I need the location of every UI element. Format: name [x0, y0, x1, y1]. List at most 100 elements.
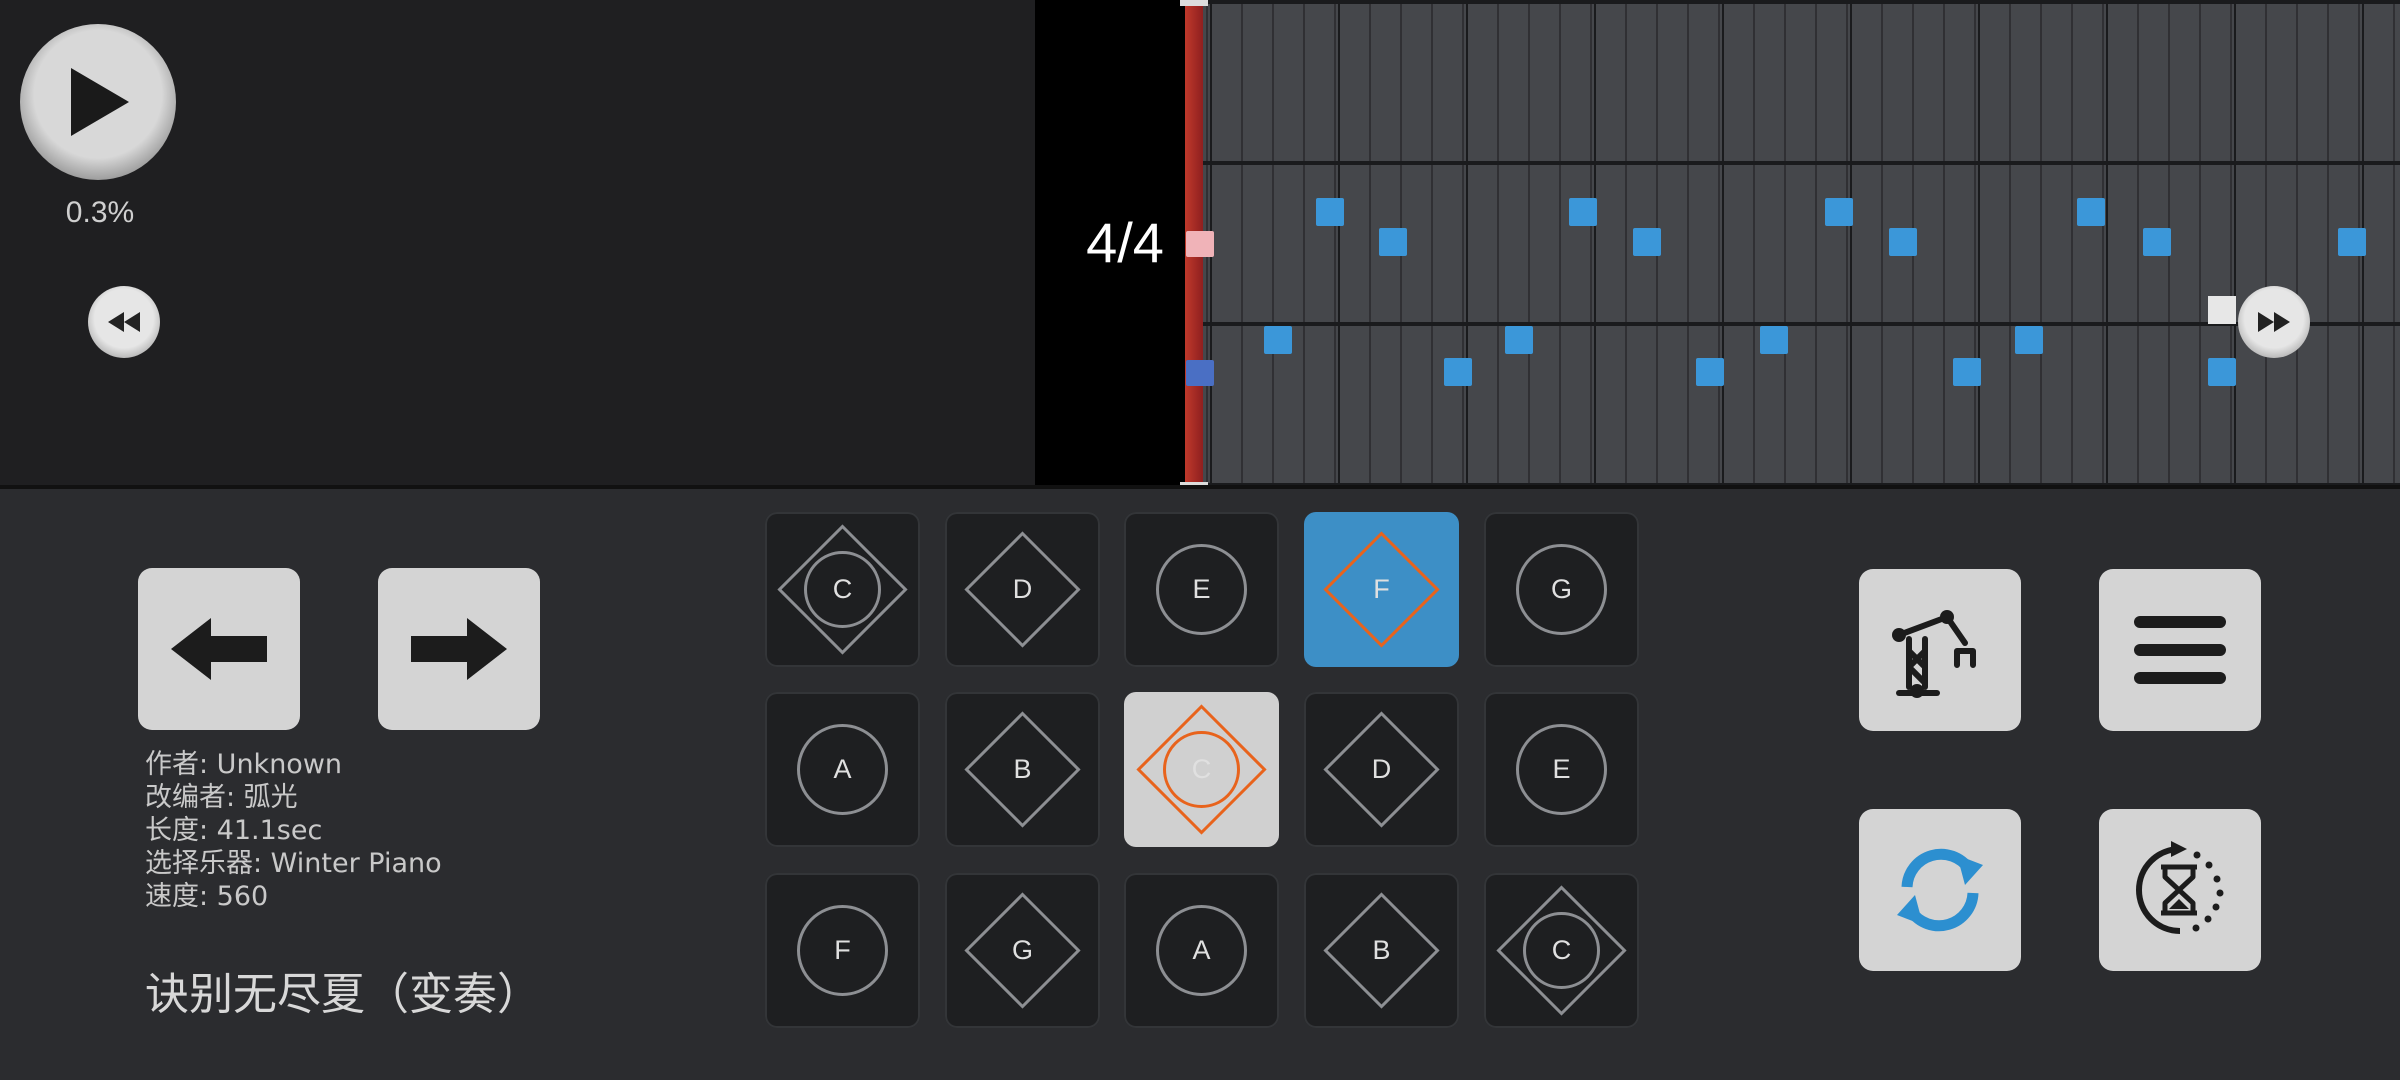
grid-cell[interactable]: [2364, 4, 2400, 161]
key-c-button[interactable]: C: [1124, 692, 1279, 847]
key-label: A: [833, 754, 852, 784]
note-block[interactable]: [2015, 326, 2043, 354]
grid-cell[interactable]: [1212, 165, 1338, 322]
rewind-button[interactable]: [88, 286, 160, 358]
grid-cell[interactable]: [1724, 165, 1850, 322]
grid-cell[interactable]: [1596, 326, 1722, 483]
note-block[interactable]: [1760, 326, 1788, 354]
speed-text: 速度: 560: [145, 881, 269, 912]
key-label: D: [1012, 574, 1033, 604]
arrow-right-icon: [411, 618, 507, 680]
rewind-icon: [108, 312, 140, 332]
play-icon: [71, 68, 129, 136]
progress-percentage: 0.3%: [65, 196, 135, 229]
menu-button[interactable]: [2099, 569, 2261, 731]
key-f-button[interactable]: F: [1304, 512, 1459, 667]
timer-button[interactable]: [2099, 809, 2261, 971]
note-block[interactable]: [1316, 198, 1344, 226]
grid-cell[interactable]: [2108, 326, 2234, 483]
grid-cell[interactable]: [1724, 4, 1850, 161]
key-label: C: [1191, 754, 1212, 784]
grid-cell[interactable]: [1980, 326, 2106, 483]
robot-arm-icon: [1892, 610, 1976, 698]
key-d-button[interactable]: D: [1304, 692, 1459, 847]
key-label: E: [1192, 574, 1211, 604]
sync-icon: [1897, 848, 1983, 932]
note-block[interactable]: [1953, 358, 1981, 386]
key-g-button[interactable]: G: [945, 873, 1100, 1028]
grid-cell[interactable]: [2108, 4, 2234, 161]
length-text: 长度: 41.1sec: [145, 815, 323, 846]
key-label: G: [1550, 574, 1572, 604]
fast-forward-icon: [2258, 312, 2290, 332]
sync-button[interactable]: [1859, 809, 2021, 971]
grid-cell[interactable]: [1852, 326, 1978, 483]
key-label: B: [1372, 935, 1391, 965]
note-block[interactable]: [1696, 358, 1724, 386]
note-block[interactable]: [1505, 326, 1533, 354]
note-block[interactable]: [1889, 228, 1917, 256]
note-grid[interactable]: [1185, 0, 2400, 485]
grid-cell[interactable]: [1468, 165, 1594, 322]
grid-cell[interactable]: [1340, 326, 1466, 483]
previous-button[interactable]: [138, 568, 300, 730]
grid-cell[interactable]: [1980, 4, 2106, 161]
note-block[interactable]: [1825, 198, 1853, 226]
next-button[interactable]: [378, 568, 540, 730]
note-block[interactable]: [2338, 228, 2366, 256]
grid-cell[interactable]: [1468, 4, 1594, 161]
grid-cursor: [2208, 296, 2236, 324]
fast-forward-button[interactable]: [2238, 286, 2310, 358]
grid-cell[interactable]: [1596, 4, 1722, 161]
key-e-button[interactable]: E: [1484, 692, 1639, 847]
key-label: C: [832, 574, 853, 604]
note-block[interactable]: [2077, 198, 2105, 226]
key-b-button[interactable]: B: [945, 692, 1100, 847]
key-a-button[interactable]: A: [765, 692, 920, 847]
key-a-button[interactable]: A: [1124, 873, 1279, 1028]
grid-cell[interactable]: [1340, 4, 1466, 161]
grid-cell[interactable]: [2364, 165, 2400, 322]
play-button[interactable]: [20, 24, 176, 180]
playhead-note: [1186, 360, 1214, 386]
key-label: G: [1011, 935, 1033, 965]
key-e-button[interactable]: E: [1124, 512, 1279, 667]
hourglass-timer-icon: [2136, 841, 2224, 934]
author-text: 作者: Unknown: [145, 749, 343, 780]
grid-cell[interactable]: [2236, 4, 2362, 161]
arrow-left-icon: [171, 618, 267, 680]
key-g-button[interactable]: G: [1484, 512, 1639, 667]
playhead-top-handle[interactable]: [1180, 0, 1208, 6]
grid-cell[interactable]: [1852, 4, 1978, 161]
note-block[interactable]: [1633, 228, 1661, 256]
key-b-button[interactable]: B: [1304, 873, 1459, 1028]
key-c-button[interactable]: C: [1484, 873, 1639, 1028]
song-title: 诀别无尽夏（变奏）: [145, 969, 541, 1020]
note-block[interactable]: [1444, 358, 1472, 386]
grid-cell[interactable]: [1980, 165, 2106, 322]
grid-cell[interactable]: [2364, 326, 2400, 483]
playhead-note: [1186, 231, 1214, 257]
song-info: 作者: Unknown 改编者: 弧光 长度: 41.1sec 选择乐器: Wi…: [145, 748, 442, 913]
key-label: D: [1371, 754, 1392, 784]
note-block[interactable]: [2208, 358, 2236, 386]
key-label: B: [1013, 754, 1032, 784]
hamburger-menu-icon: [2134, 616, 2226, 684]
key-label: C: [1551, 935, 1572, 965]
key-f-button[interactable]: F: [765, 873, 920, 1028]
note-block[interactable]: [1379, 228, 1407, 256]
key-label: A: [1192, 935, 1211, 965]
note-block[interactable]: [2143, 228, 2171, 256]
key-d-button[interactable]: D: [945, 512, 1100, 667]
key-label: F: [834, 935, 851, 965]
note-block[interactable]: [1569, 198, 1597, 226]
grid-cell[interactable]: [1212, 4, 1338, 161]
arranger-text: 改编者: 弧光: [145, 782, 298, 813]
key-c-button[interactable]: C: [765, 512, 920, 667]
note-block[interactable]: [1264, 326, 1292, 354]
instrument-text: 选择乐器: Winter Piano: [145, 848, 442, 879]
key-label: E: [1552, 754, 1571, 784]
divider: [0, 485, 2400, 489]
key-label: F: [1373, 574, 1390, 604]
auto-play-button[interactable]: [1859, 569, 2021, 731]
